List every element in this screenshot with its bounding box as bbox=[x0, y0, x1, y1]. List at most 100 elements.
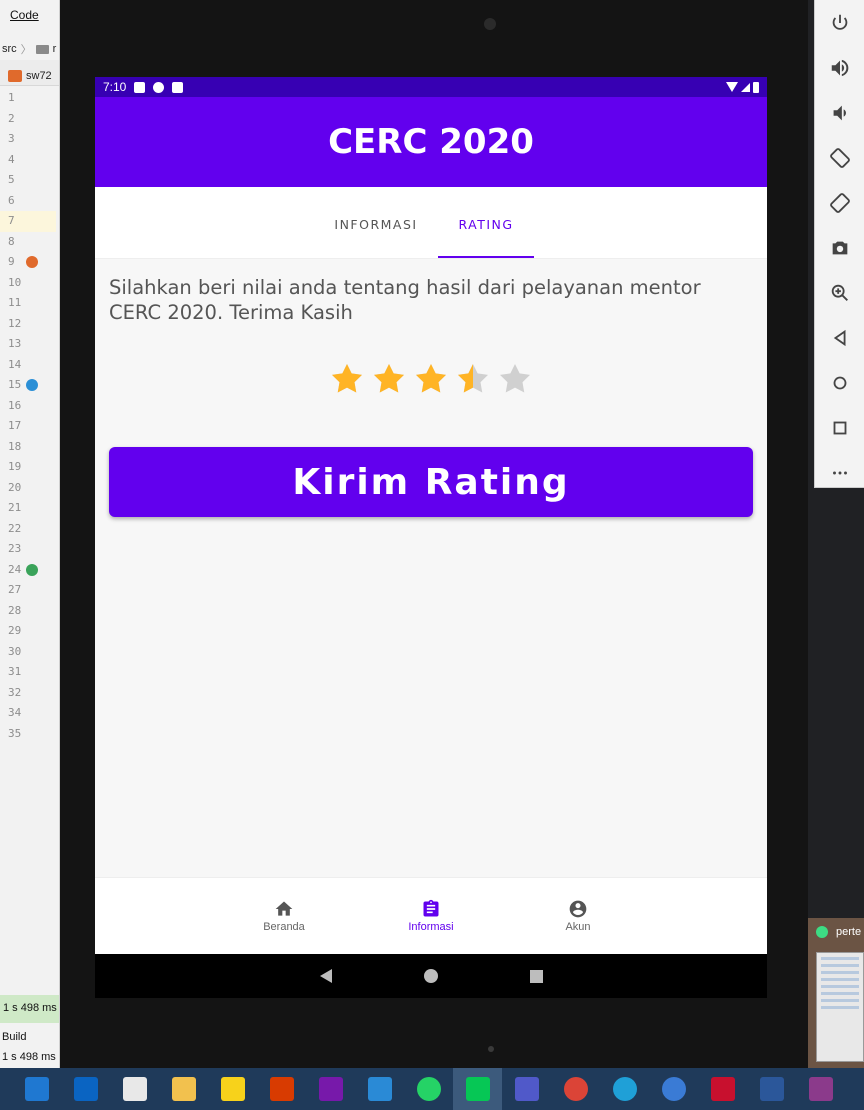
star-icon[interactable] bbox=[497, 361, 533, 397]
rating-content: Silahkan beri nilai anda tentang hasil d… bbox=[95, 259, 767, 517]
file-explorer-icon bbox=[171, 1077, 196, 1101]
onenote-icon bbox=[318, 1077, 343, 1101]
taskbar-teams[interactable] bbox=[502, 1068, 551, 1110]
app-title: CERC 2020 bbox=[328, 122, 534, 162]
battery-icon bbox=[753, 81, 759, 93]
outlook-icon bbox=[73, 1077, 98, 1101]
line-number: 22 bbox=[8, 521, 22, 535]
gutter-marker-icon[interactable] bbox=[26, 563, 38, 576]
gutter-marker-icon[interactable] bbox=[26, 379, 38, 391]
taskbar-onenote[interactable] bbox=[306, 1068, 355, 1110]
line-number: 6 bbox=[8, 193, 15, 207]
l-app-icon bbox=[367, 1077, 392, 1101]
zoom-icon bbox=[831, 284, 848, 301]
taskbar-edge[interactable] bbox=[600, 1068, 649, 1110]
acrobat-icon bbox=[710, 1077, 735, 1101]
taskbar-line[interactable] bbox=[453, 1068, 502, 1110]
tab-informasi[interactable]: INFORMASI bbox=[328, 187, 424, 258]
breadcrumb-src[interactable]: src bbox=[2, 43, 17, 55]
teams-icon bbox=[514, 1077, 539, 1101]
mail-icon bbox=[24, 1077, 49, 1101]
taskbar-sticky-notes[interactable] bbox=[208, 1068, 257, 1110]
taskbar-mail[interactable] bbox=[12, 1068, 61, 1110]
breadcrumb: src 〉 r bbox=[0, 30, 59, 60]
nav-informasi[interactable]: Informasi bbox=[358, 878, 505, 954]
taskbar-whatsapp[interactable] bbox=[404, 1068, 453, 1110]
overview-button[interactable] bbox=[815, 405, 864, 450]
app-bar: CERC 2020 bbox=[95, 97, 767, 187]
rating-bar[interactable] bbox=[109, 361, 753, 397]
line-number: 18 bbox=[8, 439, 22, 453]
nav-akun-label: Akun bbox=[565, 921, 591, 933]
line-number: 16 bbox=[8, 398, 22, 412]
volume-up-button[interactable] bbox=[815, 45, 864, 90]
taskbar-explorer[interactable] bbox=[159, 1068, 208, 1110]
line-number: 5 bbox=[8, 173, 15, 186]
tab-rating-label: RATING bbox=[458, 217, 514, 232]
nav-akun[interactable]: Akun bbox=[505, 878, 652, 954]
back-button[interactable] bbox=[815, 315, 864, 360]
nav-beranda[interactable]: Beranda bbox=[211, 878, 358, 954]
nav-informasi-label: Informasi bbox=[408, 921, 454, 933]
taskbar-store[interactable] bbox=[110, 1068, 159, 1110]
sticky-notes-icon bbox=[220, 1077, 245, 1101]
star-icon[interactable] bbox=[455, 361, 491, 397]
editor-tab[interactable]: sw72 bbox=[0, 60, 59, 86]
taskbar-chrome[interactable] bbox=[551, 1068, 600, 1110]
star-icon[interactable] bbox=[371, 361, 407, 397]
phone-screen: 7:10 CERC 2020 INFORMASI RATING Silahkan… bbox=[95, 77, 767, 998]
window-preview[interactable]: perte bbox=[808, 918, 864, 1068]
zoom-button[interactable] bbox=[815, 270, 864, 315]
taskbar-browser[interactable] bbox=[649, 1068, 698, 1110]
taskbar-winrar[interactable] bbox=[796, 1068, 845, 1110]
star-icon[interactable] bbox=[329, 361, 365, 397]
winrar-icon bbox=[808, 1077, 833, 1101]
submit-rating-button[interactable]: Kirim Rating bbox=[109, 447, 753, 517]
line-number: 32 bbox=[8, 685, 22, 699]
screenshot-button[interactable] bbox=[815, 225, 864, 270]
tab-bar: INFORMASI RATING bbox=[95, 187, 767, 259]
taskbar-office[interactable] bbox=[257, 1068, 306, 1110]
home-button[interactable] bbox=[815, 360, 864, 405]
chevron-right-icon: 〉 bbox=[20, 44, 32, 56]
status-message: 1 s 498 ms bbox=[0, 995, 59, 1023]
back-icon[interactable] bbox=[319, 969, 332, 983]
power-button[interactable] bbox=[815, 0, 864, 45]
volume-up-icon bbox=[831, 59, 848, 76]
more-button[interactable] bbox=[815, 450, 864, 495]
line-number: 17 bbox=[8, 419, 22, 432]
line-number: 7 bbox=[0, 211, 56, 232]
build-tab[interactable]: Build bbox=[2, 1027, 59, 1047]
line-number: 30 bbox=[8, 644, 22, 658]
android-studio-icon bbox=[816, 926, 828, 938]
taskbar-l-app[interactable] bbox=[355, 1068, 404, 1110]
home-icon bbox=[275, 901, 293, 916]
notification-a-icon bbox=[134, 81, 146, 93]
whatsapp-icon bbox=[416, 1077, 441, 1101]
volume-down-button[interactable] bbox=[815, 90, 864, 135]
star-icon[interactable] bbox=[413, 361, 449, 397]
nav-beranda-label: Beranda bbox=[263, 921, 305, 933]
taskbar-outlook[interactable] bbox=[61, 1068, 110, 1110]
taskbar-acrobat[interactable] bbox=[698, 1068, 747, 1110]
tab-rating[interactable]: RATING bbox=[438, 187, 534, 258]
line-number: 8 bbox=[8, 234, 15, 248]
breadcrumb-next[interactable]: r bbox=[53, 43, 57, 55]
home-button-icon[interactable] bbox=[423, 969, 438, 983]
line-number: 21 bbox=[8, 501, 22, 514]
bottom-navigation: Beranda Informasi Akun bbox=[95, 877, 767, 954]
build-time: 1 s 498 ms bbox=[2, 1051, 56, 1063]
rotate-right-button[interactable] bbox=[815, 180, 864, 225]
taskbar bbox=[0, 1068, 864, 1110]
recents-icon[interactable] bbox=[529, 969, 543, 983]
overview-square-icon bbox=[833, 421, 846, 434]
gutter-marker-icon[interactable] bbox=[26, 256, 38, 268]
sd-card-icon bbox=[172, 81, 184, 93]
taskbar-word[interactable] bbox=[747, 1068, 796, 1110]
rating-description: Silahkan beri nilai anda tentang hasil d… bbox=[109, 276, 701, 324]
ide-menu-code[interactable]: Code bbox=[0, 0, 59, 30]
clipboard-icon bbox=[423, 899, 439, 917]
chrome-icon bbox=[563, 1077, 588, 1101]
rotate-left-button[interactable] bbox=[815, 135, 864, 180]
line-number: 28 bbox=[8, 603, 22, 617]
